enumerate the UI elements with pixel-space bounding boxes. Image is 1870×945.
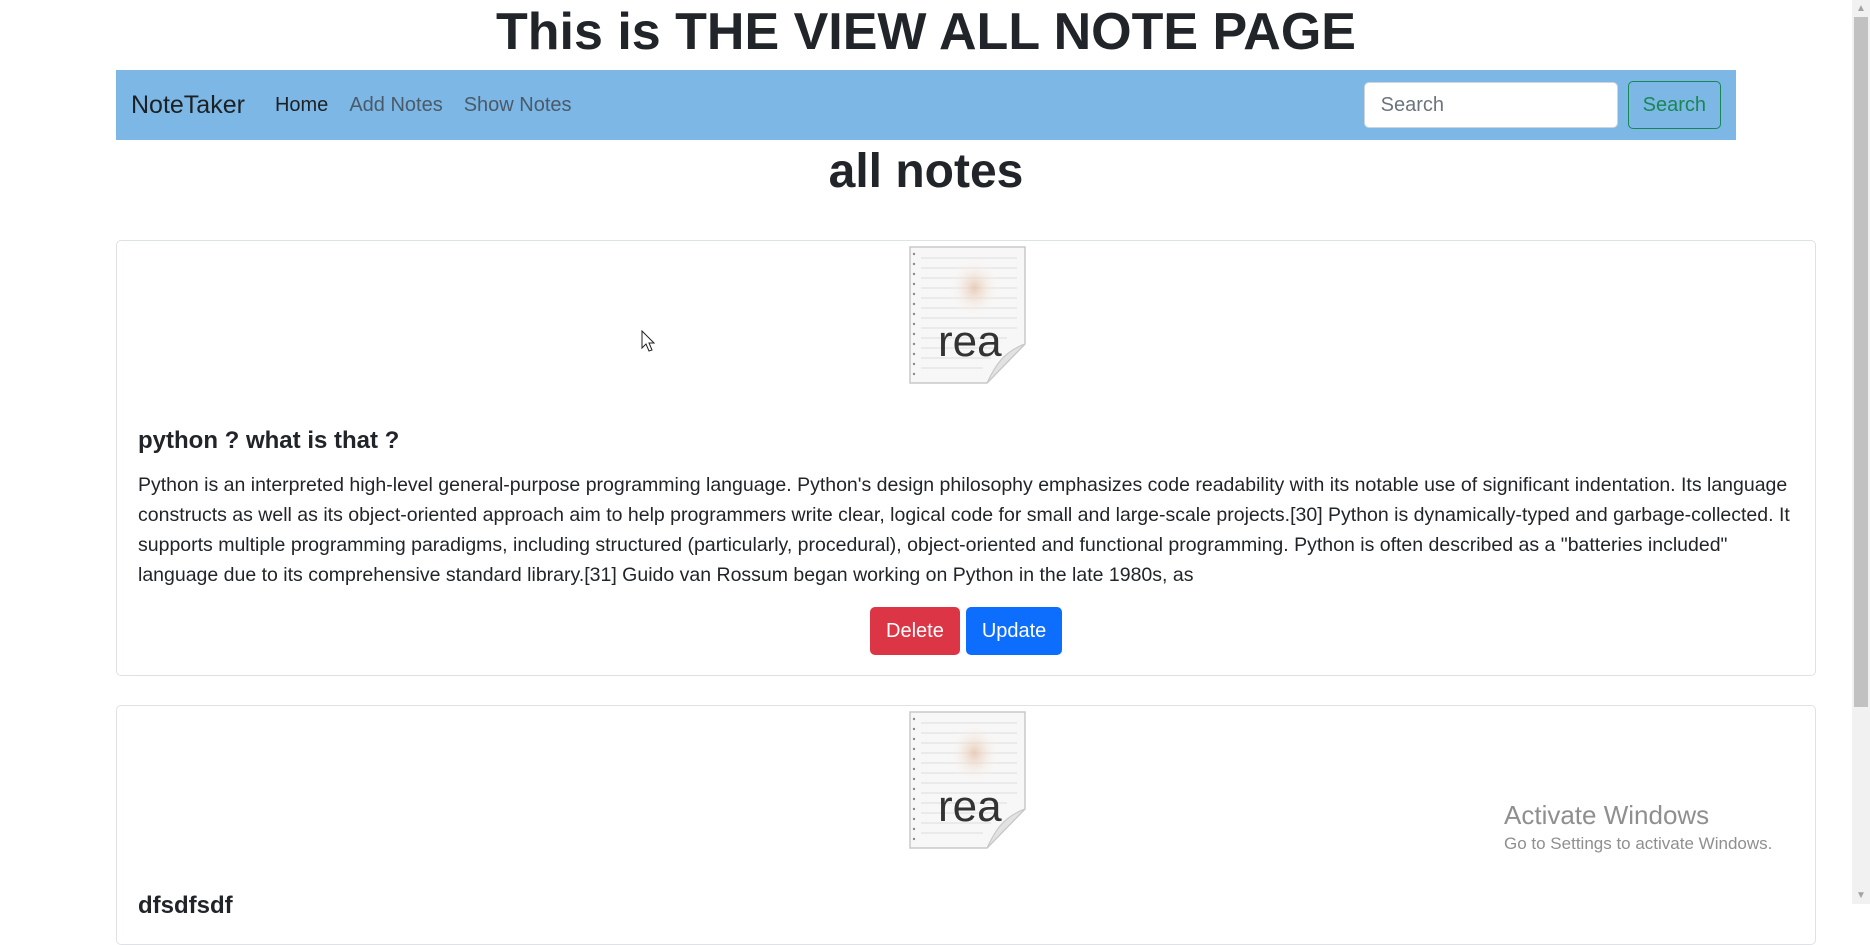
mouse-pointer-icon bbox=[641, 330, 656, 352]
search-input[interactable] bbox=[1363, 82, 1618, 128]
section-title: all notes bbox=[828, 145, 1024, 198]
update-button[interactable]: Update bbox=[965, 607, 1063, 655]
search-form: Search bbox=[1363, 81, 1721, 129]
chevron-down-icon[interactable]: ▼ bbox=[1852, 887, 1870, 904]
vertical-scrollbar[interactable]: ▲ ▼ bbox=[1852, 0, 1870, 904]
readme-document-icon: rea bbox=[909, 246, 1026, 384]
nav-link-home[interactable]: Home bbox=[275, 94, 328, 117]
note-content: Python is an interpreted high-level gene… bbox=[138, 474, 1790, 586]
activate-windows-watermark: Activate Windows Go to Settings to activ… bbox=[1504, 799, 1772, 857]
navbar: NoteTaker Home Add Notes Show Notes Sear… bbox=[116, 70, 1736, 140]
note-title: python ? what is that ? bbox=[138, 427, 400, 454]
watermark-title: Activate Windows bbox=[1504, 800, 1710, 830]
watermark-subtitle: Go to Settings to activate Windows. bbox=[1504, 834, 1773, 853]
brand-link[interactable]: NoteTaker bbox=[131, 91, 245, 120]
chevron-up-icon[interactable]: ▲ bbox=[1852, 0, 1870, 17]
search-button[interactable]: Search bbox=[1627, 81, 1721, 129]
scrollbar-thumb[interactable] bbox=[1854, 17, 1868, 707]
nav-link-add-notes[interactable]: Add Notes bbox=[349, 94, 442, 117]
nav-link-show-notes[interactable]: Show Notes bbox=[464, 94, 572, 117]
page-title: This is THE VIEW ALL NOTE PAGE bbox=[495, 3, 1356, 61]
delete-button[interactable]: Delete bbox=[870, 607, 960, 655]
thumbnail-text: rea bbox=[938, 782, 1002, 831]
readme-document-icon: rea bbox=[909, 711, 1026, 849]
note-actions: Delete Update bbox=[870, 607, 1063, 655]
note-card: rea python ? what is that ? Python is an… bbox=[116, 240, 1816, 676]
note-title: dfsdfsdf bbox=[138, 892, 233, 919]
thumbnail-text: rea bbox=[938, 317, 1002, 366]
